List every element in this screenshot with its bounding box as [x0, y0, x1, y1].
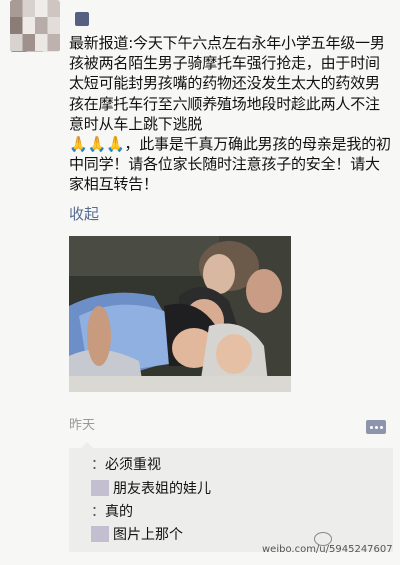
comment-text: 图片上那个 — [113, 527, 183, 543]
comment-item[interactable]: ：必须重视 — [91, 454, 161, 474]
comment-text: 必须重视 — [105, 457, 161, 473]
watermark: weibo.com/u/5945247607 — [262, 544, 393, 555]
comments-section: ：必须重视 朋友表姐的娃儿 ：真的 图片上那个 — [69, 442, 393, 552]
comment-item[interactable]: 图片上那个 — [91, 524, 183, 544]
collapse-link[interactable]: 收起 — [69, 203, 99, 224]
comment-item[interactable]: ：真的 — [91, 501, 133, 521]
more-actions-button[interactable] — [366, 420, 386, 434]
commenter-name-blurred[interactable] — [91, 526, 109, 542]
user-name-blurred[interactable] — [75, 12, 89, 26]
post-time: 昨天 — [69, 418, 96, 433]
comment-prefix: ： — [91, 504, 105, 520]
post-text: 最新报道:今天下午六点左右永年小学五年级一男孩被两名陌生男子骑摩托车强行抢走，由… — [69, 33, 394, 195]
comment-text: 朋友表姐的娃儿 — [113, 481, 211, 497]
post-paragraph-2: 🙏🙏🙏，此事是千真万确此男孩的母亲是我的初中同学！请各位家长随时注意孩子的安全！… — [69, 135, 391, 194]
commenter-name-blurred[interactable] — [91, 480, 109, 496]
comment-prefix: ： — [91, 457, 105, 473]
comment-text: 真的 — [105, 504, 133, 520]
post-paragraph-1: 最新报道:今天下午六点左右永年小学五年级一男孩被两名陌生男子骑摩托车强行抢走，由… — [69, 34, 385, 133]
post-image[interactable] — [69, 236, 291, 392]
avatar[interactable] — [10, 0, 60, 52]
comment-item[interactable]: 朋友表姐的娃儿 — [91, 478, 211, 498]
